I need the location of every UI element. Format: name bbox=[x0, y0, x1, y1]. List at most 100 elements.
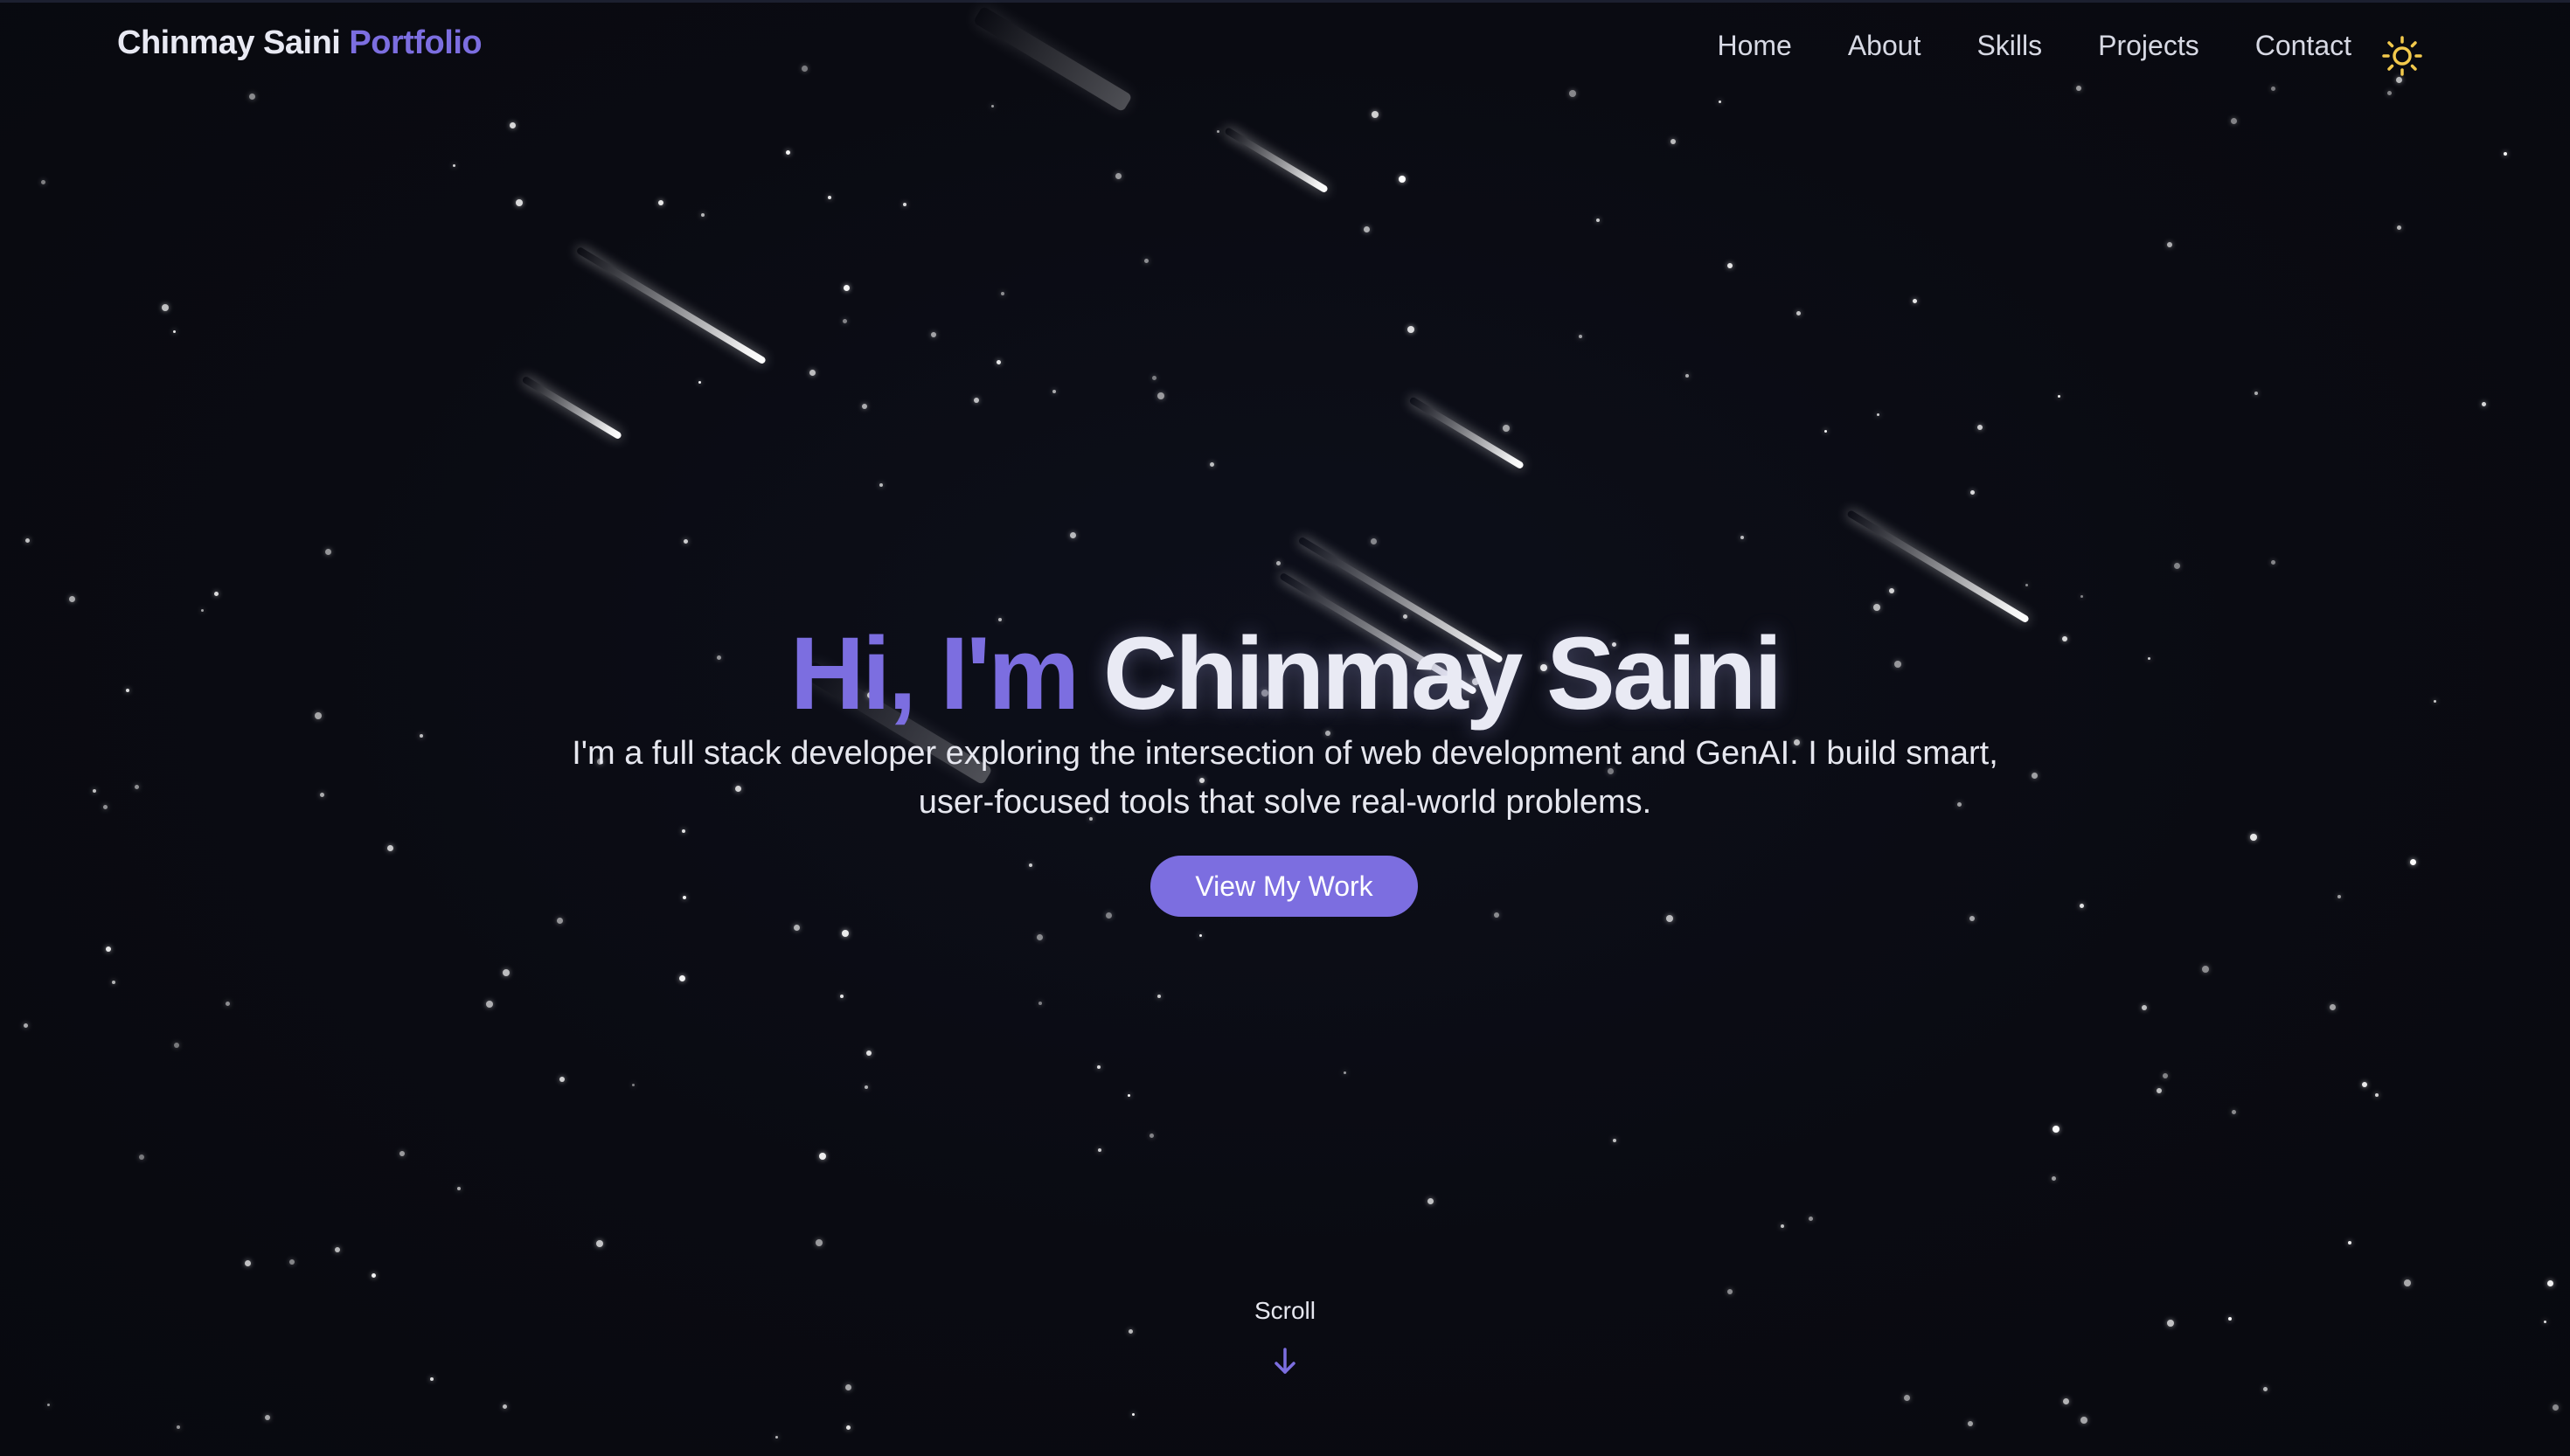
star bbox=[2263, 1387, 2268, 1391]
star bbox=[2080, 904, 2084, 908]
star bbox=[112, 981, 115, 984]
star bbox=[453, 164, 455, 167]
star bbox=[683, 896, 686, 899]
star bbox=[1913, 299, 1917, 303]
star bbox=[828, 196, 831, 199]
star bbox=[1968, 1421, 1973, 1426]
star bbox=[1276, 561, 1281, 565]
nav-link-contact[interactable]: Contact bbox=[2255, 30, 2351, 62]
star bbox=[844, 285, 850, 291]
star bbox=[2080, 595, 2083, 598]
star bbox=[1152, 376, 1156, 380]
star bbox=[387, 845, 393, 851]
star bbox=[1666, 915, 1673, 922]
star bbox=[2232, 1110, 2236, 1114]
star bbox=[2337, 895, 2341, 898]
star bbox=[226, 1002, 230, 1006]
star bbox=[177, 1425, 180, 1429]
star bbox=[503, 1404, 507, 1409]
star bbox=[866, 1050, 872, 1056]
star bbox=[2553, 1404, 2559, 1411]
star bbox=[679, 975, 685, 981]
star bbox=[1596, 218, 1600, 222]
star bbox=[162, 304, 169, 311]
star bbox=[974, 398, 979, 403]
scroll-down-button[interactable] bbox=[1272, 1346, 1298, 1377]
star bbox=[486, 1001, 493, 1008]
star bbox=[174, 1043, 179, 1048]
star bbox=[139, 1154, 144, 1160]
star bbox=[2202, 966, 2209, 973]
shooting-star bbox=[575, 246, 768, 365]
star bbox=[1371, 538, 1377, 544]
star bbox=[843, 319, 847, 323]
star bbox=[1001, 292, 1004, 295]
star bbox=[1427, 1198, 1434, 1204]
star bbox=[2058, 395, 2060, 398]
star bbox=[1727, 1289, 1733, 1294]
star bbox=[1157, 392, 1164, 399]
star bbox=[69, 596, 75, 602]
star bbox=[47, 1404, 50, 1406]
star bbox=[1372, 111, 1379, 118]
star bbox=[2404, 1279, 2411, 1286]
star bbox=[819, 1153, 826, 1160]
star bbox=[557, 918, 563, 924]
star bbox=[2250, 834, 2257, 841]
star bbox=[201, 609, 204, 612]
star bbox=[1128, 1094, 1130, 1097]
star bbox=[2142, 1005, 2147, 1010]
star bbox=[265, 1415, 270, 1420]
star bbox=[503, 969, 510, 976]
star bbox=[1399, 176, 1406, 183]
star bbox=[25, 538, 30, 543]
shooting-star bbox=[521, 375, 623, 440]
star bbox=[24, 1023, 28, 1028]
star bbox=[1199, 934, 1202, 937]
star bbox=[809, 370, 816, 376]
star bbox=[1364, 226, 1370, 232]
star bbox=[1210, 462, 1214, 467]
star bbox=[2032, 773, 2038, 779]
sun-icon bbox=[2382, 36, 2422, 76]
star bbox=[1070, 532, 1076, 538]
star bbox=[1873, 604, 1880, 611]
star bbox=[2167, 242, 2172, 247]
star bbox=[701, 213, 705, 217]
star bbox=[2053, 1126, 2059, 1133]
nav-link-home[interactable]: Home bbox=[1717, 30, 1791, 62]
star bbox=[1579, 335, 1582, 338]
star bbox=[846, 1425, 851, 1430]
nav-link-projects[interactable]: Projects bbox=[2098, 30, 2199, 62]
view-my-work-button[interactable]: View My Work bbox=[1150, 856, 1418, 917]
shooting-star bbox=[1408, 396, 1525, 470]
star bbox=[2410, 859, 2416, 865]
nav-link-skills[interactable]: Skills bbox=[1976, 30, 2042, 62]
star bbox=[1781, 1224, 1784, 1228]
star bbox=[1877, 413, 1879, 416]
brand-suffix: Portfolio bbox=[349, 24, 483, 61]
theme-toggle-button[interactable] bbox=[2381, 35, 2423, 77]
star bbox=[931, 332, 936, 337]
nav-link-about[interactable]: About bbox=[1848, 30, 1921, 62]
star bbox=[1969, 916, 1975, 921]
star bbox=[2482, 402, 2486, 406]
star bbox=[1037, 934, 1043, 940]
star bbox=[845, 1384, 851, 1390]
star bbox=[2375, 1093, 2379, 1097]
star bbox=[457, 1187, 461, 1190]
brand-name: Chinmay Saini bbox=[117, 24, 341, 61]
hero-title: Hi, I'm Chinmay Saini bbox=[0, 613, 2570, 735]
star bbox=[682, 829, 685, 833]
star bbox=[559, 1077, 565, 1082]
star bbox=[2063, 1398, 2069, 1404]
star bbox=[289, 1259, 295, 1265]
star bbox=[658, 200, 663, 205]
star bbox=[173, 330, 176, 333]
star bbox=[2025, 584, 2028, 586]
star bbox=[1132, 1413, 1135, 1416]
arrow-down-icon bbox=[1275, 1348, 1295, 1374]
star bbox=[1503, 425, 1510, 432]
brand-logo[interactable]: Chinmay Saini Portfolio bbox=[117, 24, 483, 62]
star bbox=[214, 592, 219, 596]
